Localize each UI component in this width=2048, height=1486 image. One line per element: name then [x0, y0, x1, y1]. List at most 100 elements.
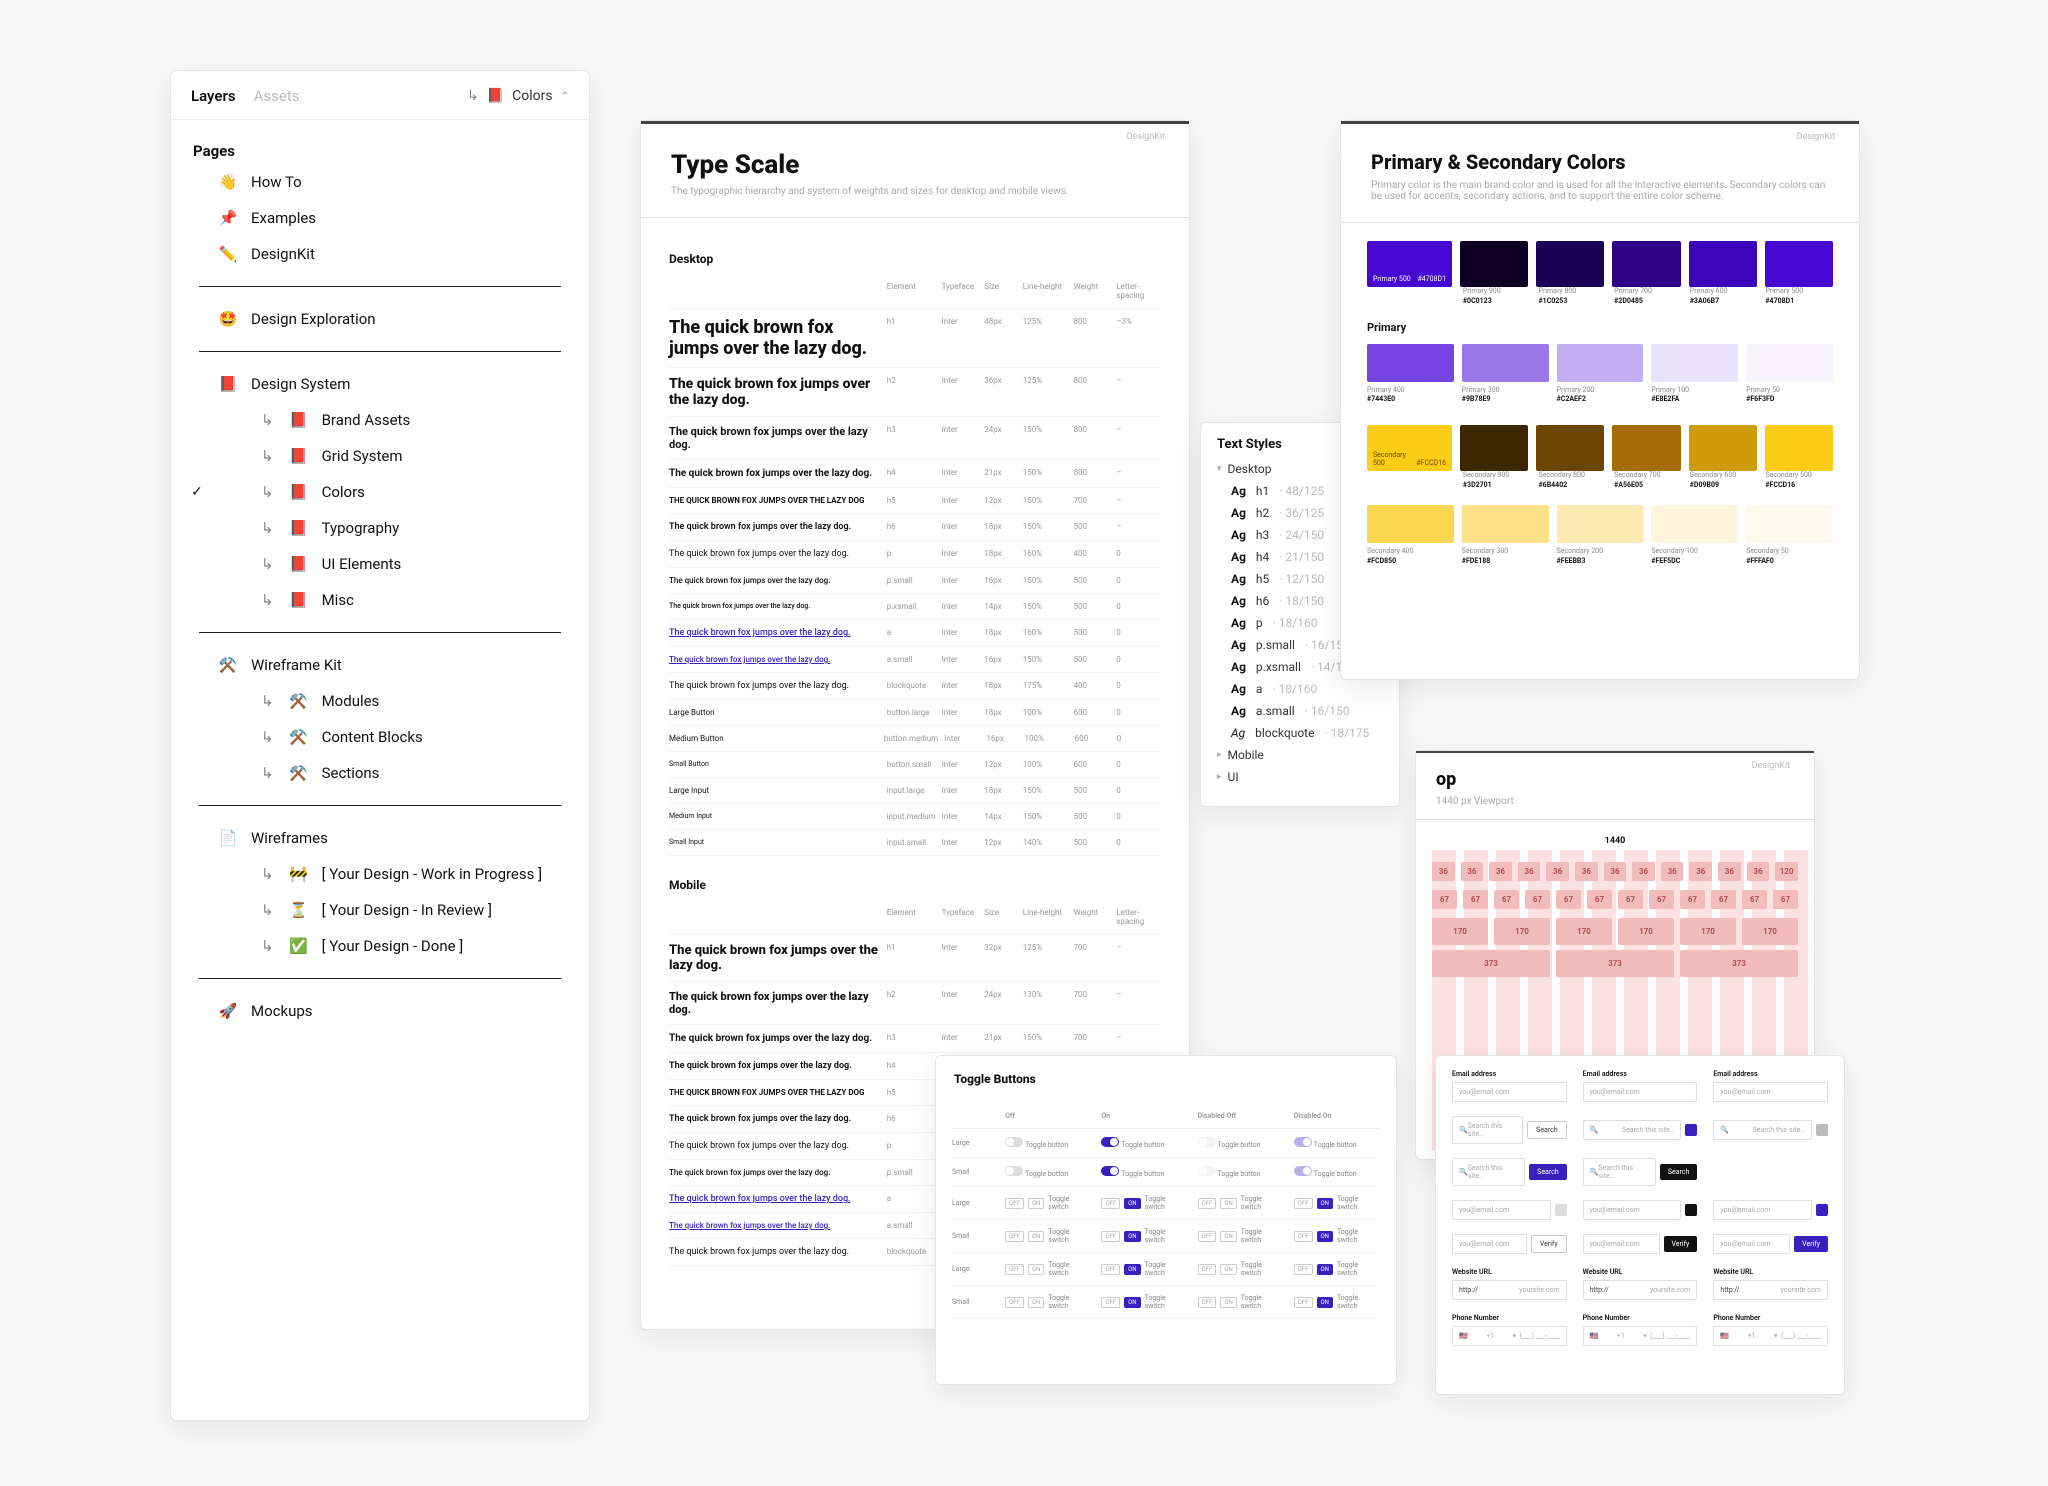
- search-button[interactable]: Search: [1529, 1164, 1567, 1180]
- page-child-item[interactable]: ↳🚧[ Your Design - Work in Progress ]: [193, 856, 567, 892]
- website-field[interactable]: http:// yoursite.com: [1583, 1280, 1698, 1300]
- color-swatch[interactable]: [1557, 505, 1644, 543]
- color-swatch[interactable]: [1462, 505, 1549, 543]
- toggle-switch-cell[interactable]: OFFON Toggle switch: [1005, 1195, 1091, 1211]
- verify-button[interactable]: Verify: [1531, 1235, 1567, 1253]
- toggle-buttons-frame[interactable]: Toggle Buttons Off On Disabled Off Disab…: [935, 1055, 1397, 1385]
- email-field[interactable]: you@email.com: [1713, 1200, 1812, 1220]
- verify-button[interactable]: Verify: [1794, 1236, 1828, 1252]
- phone-field[interactable]: 🇺🇸 +1 ▾ (___) ___-____: [1452, 1326, 1567, 1346]
- submit-icon-button[interactable]: [1685, 1204, 1697, 1216]
- color-swatch[interactable]: [1612, 241, 1680, 287]
- toggle-switch-cell[interactable]: OFFON Toggle switch: [1101, 1228, 1187, 1244]
- toggle-cell[interactable]: Toggle button: [1101, 1166, 1187, 1178]
- page-child-item[interactable]: ↳⚒️Content Blocks: [193, 719, 567, 755]
- page-child-item[interactable]: ↳⏳[ Your Design - In Review ]: [193, 892, 567, 928]
- color-swatch[interactable]: [1460, 425, 1528, 471]
- phone-field[interactable]: 🇺🇸 +1 ▾ (___) ___-____: [1583, 1326, 1698, 1346]
- page-item[interactable]: ⚒️Wireframe Kit: [193, 647, 567, 683]
- color-swatch[interactable]: [1462, 344, 1549, 382]
- submit-icon-button[interactable]: [1555, 1204, 1567, 1216]
- toggle-switch-cell[interactable]: OFFON Toggle switch: [1101, 1294, 1187, 1310]
- toggle-cell[interactable]: Toggle button: [1101, 1137, 1187, 1149]
- color-swatch[interactable]: [1765, 241, 1833, 287]
- page-child-item[interactable]: ↳📕Misc: [193, 582, 567, 618]
- toggle-cell[interactable]: Toggle button: [1005, 1137, 1091, 1149]
- website-field[interactable]: http:// yoursite.com: [1452, 1280, 1567, 1300]
- submit-icon-button[interactable]: [1816, 1204, 1828, 1216]
- email-field[interactable]: you@email.com: [1583, 1234, 1660, 1254]
- text-styles-group-ui[interactable]: ▸ UI: [1217, 770, 1383, 784]
- color-swatch[interactable]: [1765, 425, 1833, 471]
- page-child-item[interactable]: ↳✅[ Your Design - Done ]: [193, 928, 567, 964]
- color-swatch[interactable]: [1536, 425, 1604, 471]
- toggle-cell[interactable]: Toggle button: [1005, 1166, 1091, 1178]
- text-style-row[interactable]: Aga· 18/160: [1217, 682, 1383, 696]
- website-field[interactable]: http:// yoursite.com: [1713, 1280, 1828, 1300]
- page-item[interactable]: 📄Wireframes: [193, 820, 567, 856]
- search-button[interactable]: Search: [1527, 1121, 1567, 1139]
- page-child-item[interactable]: ↳📕UI Elements: [193, 546, 567, 582]
- verify-button[interactable]: Verify: [1664, 1236, 1698, 1252]
- email-field[interactable]: you@email.com: [1583, 1082, 1698, 1102]
- toggle-switch-cell[interactable]: OFFON Toggle switch: [1005, 1228, 1091, 1244]
- page-child-item[interactable]: ↳⚒️Sections: [193, 755, 567, 791]
- search-input[interactable]: 🔍 Search this site…: [1583, 1120, 1682, 1140]
- page-item[interactable]: 🤩Design Exploration: [193, 301, 567, 337]
- page-child-item[interactable]: ↳⚒️Modules: [193, 683, 567, 719]
- page-child-item[interactable]: ✓↳📕Colors: [193, 474, 567, 510]
- search-icon-button[interactable]: [1685, 1124, 1697, 1136]
- toggle-switch-cell[interactable]: OFFON Toggle switch: [1101, 1195, 1187, 1211]
- tab-assets[interactable]: Assets: [254, 87, 300, 105]
- type-sample: The quick brown fox jumps over the lazy …: [669, 655, 881, 664]
- phone-field[interactable]: 🇺🇸 +1 ▾ (___) ___-____: [1713, 1326, 1828, 1346]
- color-swatch[interactable]: [1689, 425, 1757, 471]
- color-swatch[interactable]: [1612, 425, 1680, 471]
- toggle-switch-cell[interactable]: OFFON Toggle switch: [1101, 1261, 1187, 1277]
- email-field[interactable]: you@email.com: [1583, 1200, 1682, 1220]
- color-swatch[interactable]: [1460, 241, 1528, 287]
- page-item[interactable]: 📌Examples: [193, 200, 567, 236]
- color-swatch[interactable]: [1557, 344, 1644, 382]
- search-icon-button[interactable]: [1816, 1124, 1828, 1136]
- search-input[interactable]: 🔍 Search this site…: [1583, 1158, 1656, 1186]
- tab-layers[interactable]: Layers: [191, 87, 236, 105]
- colors-frame[interactable]: DesignKit Primary & Secondary Colors Pri…: [1340, 120, 1860, 680]
- toggle-switch-cell[interactable]: OFFON Toggle switch: [1005, 1294, 1091, 1310]
- color-swatch[interactable]: [1689, 241, 1757, 287]
- email-field[interactable]: you@email.com: [1452, 1082, 1567, 1102]
- text-style-row[interactable]: Aga.small· 16/150: [1217, 704, 1383, 718]
- color-swatch-hero[interactable]: Secondary 500#FCCD16: [1367, 425, 1452, 471]
- page-item[interactable]: 🚀Mockups: [193, 993, 567, 1029]
- search-input[interactable]: 🔍 Search this site…: [1713, 1120, 1812, 1140]
- email-field[interactable]: you@email.com: [1452, 1200, 1551, 1220]
- email-field[interactable]: you@email.com: [1713, 1082, 1828, 1102]
- color-swatch[interactable]: [1651, 344, 1738, 382]
- page-emoji-icon: ⏳: [288, 901, 310, 919]
- color-swatch[interactable]: [1367, 344, 1454, 382]
- email-field[interactable]: you@email.com: [1713, 1234, 1790, 1254]
- search-input[interactable]: 🔍 Search this site…: [1452, 1158, 1525, 1186]
- toggle-pill-icon: [1198, 1166, 1216, 1176]
- page-child-item[interactable]: ↳📕Grid System: [193, 438, 567, 474]
- text-styles-group-mobile[interactable]: ▸ Mobile: [1217, 748, 1383, 762]
- color-swatch[interactable]: [1746, 505, 1833, 543]
- search-button[interactable]: Search: [1660, 1164, 1698, 1180]
- page-child-item[interactable]: ↳📕Typography: [193, 510, 567, 546]
- page-item[interactable]: ✏️DesignKit: [193, 236, 567, 272]
- color-swatch[interactable]: [1746, 344, 1833, 382]
- color-swatch[interactable]: [1651, 505, 1738, 543]
- panel-breadcrumb[interactable]: ↳ 📕 Colors ⌃: [467, 88, 569, 104]
- page-item[interactable]: 👋How To: [193, 164, 567, 200]
- page-item[interactable]: 📕Design System: [193, 366, 567, 402]
- toggle-switch-cell[interactable]: OFFON Toggle switch: [1005, 1261, 1091, 1277]
- cell-size: 21px: [984, 468, 1017, 477]
- color-swatch[interactable]: [1536, 241, 1604, 287]
- search-input[interactable]: 🔍 Search this site…: [1452, 1116, 1523, 1144]
- page-child-item[interactable]: ↳📕Brand Assets: [193, 402, 567, 438]
- email-field[interactable]: you@email.com: [1452, 1234, 1527, 1254]
- text-style-row[interactable]: Agblockquote· 18/175: [1217, 726, 1383, 740]
- inputs-frame[interactable]: Email address you@email.com Email addres…: [1435, 1055, 1845, 1395]
- color-swatch-hero[interactable]: Primary 500#4708D1: [1367, 241, 1452, 287]
- color-swatch[interactable]: [1367, 505, 1454, 543]
